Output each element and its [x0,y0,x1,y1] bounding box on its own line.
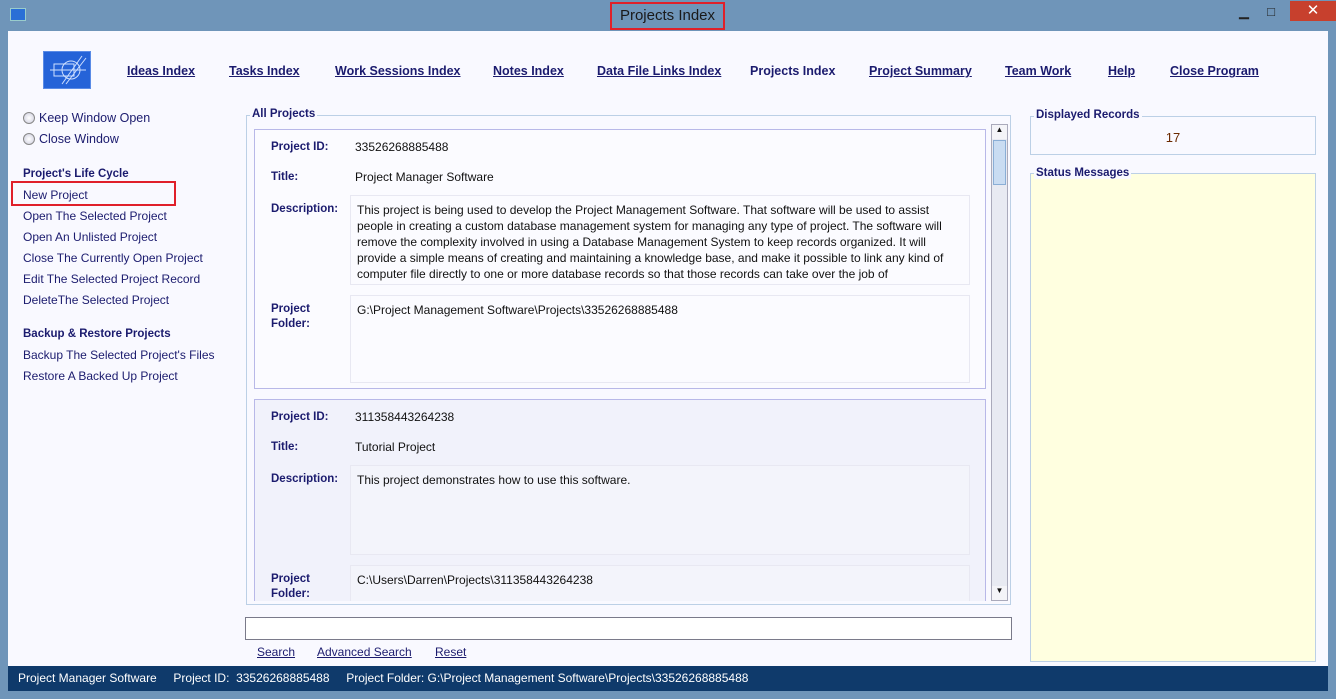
app-icon [10,8,26,21]
project-card[interactable]: Project ID: 33526268885488 Title: Projec… [254,129,986,389]
new-project-link[interactable]: New Project [23,188,88,202]
advanced-search-link[interactable]: Advanced Search [317,645,412,659]
nav-ideas-index[interactable]: Ideas Index [127,64,195,78]
status-messages-box [1030,173,1316,662]
edit-project-record-link[interactable]: Edit The Selected Project Record [23,272,200,286]
close-button[interactable]: ✕ [1290,1,1336,21]
maximize-button[interactable]: □ [1257,4,1285,22]
radio-label: Keep Window Open [39,111,151,125]
nav-team-work[interactable]: Team Work [1005,64,1071,78]
nav-notes-index[interactable]: Notes Index [493,64,564,78]
folder-value: C:\Users\Darren\Projects\311358443264238 [350,565,970,601]
folder-label: Project [271,303,310,315]
search-input[interactable] [245,617,1012,640]
open-unlisted-project-link[interactable]: Open An Unlisted Project [23,230,157,244]
displayed-records-heading: Displayed Records [1034,109,1142,121]
reset-link[interactable]: Reset [435,645,466,659]
displayed-records-count: 17 [1165,130,1181,145]
folder-label: Project [271,573,310,585]
nav-close-program[interactable]: Close Program [1170,64,1259,78]
delete-project-link[interactable]: DeleteThe Selected Project [23,293,169,307]
project-id-label: Project ID: [271,411,329,423]
title-label: Title: [271,171,299,183]
keep-window-open-radio[interactable]: Keep Window Open [23,111,150,125]
nav-projects-index[interactable]: Projects Index [750,64,835,78]
close-open-project-link[interactable]: Close The Currently Open Project [23,251,203,265]
all-projects-heading: All Projects [250,108,318,120]
folder-value: G:\Project Management Software\Projects\… [350,295,970,383]
projects-list: Project ID: 33526268885488 Title: Projec… [246,123,988,601]
description-label: Description: [271,473,339,485]
scroll-thumb[interactable] [993,140,1006,185]
project-id-label: Project ID: [271,141,329,153]
title-label: Title: [271,441,299,453]
nav-help[interactable]: Help [1108,64,1135,78]
description-label: Description: [271,203,339,215]
status-messages-heading: Status Messages [1034,167,1132,179]
folder-label-2: Folder: [271,588,310,600]
title-value: Project Manager Software [355,170,494,184]
nav-work-sessions-index[interactable]: Work Sessions Index [335,64,461,78]
client-area: Ideas Index Tasks Index Work Sessions In… [8,31,1328,666]
backup-project-link[interactable]: Backup The Selected Project's Files [23,348,215,362]
nav-tasks-index[interactable]: Tasks Index [229,64,300,78]
scroll-up-icon[interactable]: ▲ [992,125,1007,139]
open-selected-project-link[interactable]: Open The Selected Project [23,209,167,223]
title-bar: Projects Index ▁ □ ✕ [0,0,1336,31]
project-card[interactable]: Project ID: 311358443264238 Title: Tutor… [254,399,986,601]
window-title: Projects Index [610,2,725,30]
search-link[interactable]: Search [257,645,295,659]
radio-label: Close Window [39,132,119,146]
description-value: This project is being used to develop th… [350,195,970,285]
title-value: Tutorial Project [355,440,436,454]
nav-data-file-links-index[interactable]: Data File Links Index [597,64,721,78]
folder-label-2: Folder: [271,318,310,330]
lifecycle-heading: Project's Life Cycle [23,168,129,180]
scroll-down-icon[interactable]: ▼ [992,586,1007,600]
project-id-value: 311358443264238 [355,410,455,424]
app-logo [43,51,91,89]
status-bar: Project Manager Software Project ID: 335… [8,666,1328,691]
description-value: This project demonstrates how to use thi… [350,465,970,555]
close-window-radio[interactable]: Close Window [23,132,119,146]
backup-heading: Backup & Restore Projects [23,328,171,340]
restore-project-link[interactable]: Restore A Backed Up Project [23,369,178,383]
projects-scrollbar[interactable]: ▲ ▼ [991,124,1008,601]
project-id-value: 33526268885488 [355,140,449,154]
nav-project-summary[interactable]: Project Summary [869,64,972,78]
minimize-button[interactable]: ▁ [1230,4,1258,22]
